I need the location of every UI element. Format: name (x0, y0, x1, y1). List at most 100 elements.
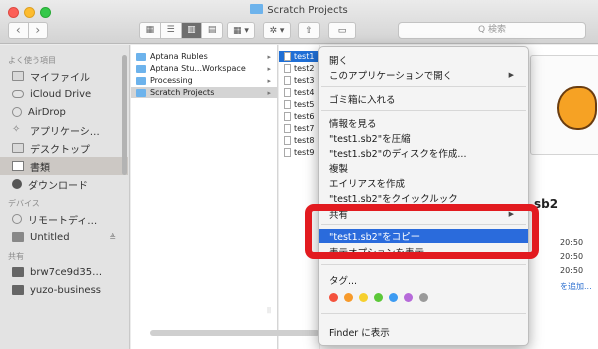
sb2-file-icon (284, 100, 291, 109)
favorites-header: よく使う項目 (8, 56, 56, 65)
menu-item-move-to-trash[interactable]: ゴミ箱に入れる (319, 92, 528, 106)
desktop-icon (12, 143, 24, 153)
sidebar-scrollbar[interactable] (122, 55, 127, 175)
folder-row-selected[interactable]: Scratch Projects ▸ (131, 87, 277, 98)
sidebar-item-label: yuzo-business (30, 284, 102, 296)
downloads-icon (12, 179, 22, 189)
sidebar-item-desktop[interactable]: デスクトップ (0, 139, 128, 157)
folder-row[interactable]: Processing ▸ (131, 75, 277, 86)
coverflow-view-button[interactable]: ▤ (201, 23, 222, 38)
sidebar-item-shared-brw[interactable]: brw7ce9d35… (0, 263, 128, 281)
tag-gray-dot[interactable] (419, 293, 428, 302)
network-computer-icon (12, 285, 24, 295)
sb2-file-icon (284, 136, 291, 145)
view-mode-buttons: ▦ ☰ ▥ ▤ (139, 22, 223, 39)
sidebar-item-all-my-files[interactable]: マイファイル (0, 67, 128, 85)
column-resize-handle[interactable]: || (267, 307, 271, 314)
menu-item-quick-look[interactable]: "test1.sb2"をクイックルック (319, 191, 528, 205)
preview-modified-time: 20:50 (560, 252, 584, 261)
sidebar-item-label: Untitled (30, 231, 70, 243)
arrange-button[interactable]: ▦ ▾ (227, 22, 255, 39)
menu-separator (321, 110, 526, 111)
sidebar-item-downloads[interactable]: ダウンロード (0, 175, 128, 193)
disclosure-arrow-icon: ▸ (267, 88, 271, 97)
shared-header: 共有 (8, 252, 24, 261)
folder-icon (136, 52, 146, 61)
tag-blue-dot[interactable] (389, 293, 398, 302)
file-label: test3 (294, 76, 315, 85)
back-button[interactable]: ‹ (9, 23, 28, 38)
action-button[interactable]: ✲ ▾ (263, 22, 291, 39)
sidebar-item-documents[interactable]: 書類 (0, 157, 128, 175)
menu-item-open[interactable]: 開く (319, 53, 528, 67)
sb2-file-icon (284, 52, 291, 61)
tag-color-row (329, 293, 428, 302)
edit-tags-button[interactable]: ▭ (328, 22, 356, 39)
sidebar-item-label: アプリケーシ… (30, 126, 100, 138)
menu-item-tags[interactable]: タグ... (319, 273, 528, 287)
airdrop-icon (12, 107, 22, 117)
sidebar-item-untitled[interactable]: Untitled ≜ (0, 228, 128, 246)
menu-item-burn-disc[interactable]: "test1.sb2"のディスクを作成... (319, 146, 528, 160)
sidebar-item-shared-yuzo[interactable]: yuzo-business (0, 281, 128, 299)
file-row[interactable]: test4 (279, 87, 319, 98)
window-title-text: Scratch Projects (267, 5, 348, 16)
sidebar-item-icloud-drive[interactable]: iCloud Drive (0, 85, 128, 103)
remote-disc-icon (12, 214, 22, 224)
search-field[interactable]: Q 検索 (398, 22, 586, 39)
sb2-file-icon (284, 64, 291, 73)
devices-header: デバイス (8, 199, 40, 208)
menu-item-open-with[interactable]: このアプリケーションで開く ▶ (319, 68, 528, 82)
menu-item-show-in-finder[interactable]: Finder に表示 (319, 325, 528, 339)
scratch-cat-icon (557, 86, 597, 130)
list-view-button[interactable]: ☰ (159, 23, 181, 38)
folder-label: Processing (150, 76, 193, 85)
context-menu: 開く このアプリケーションで開く ▶ ゴミ箱に入れる 情報を見る "test1.… (318, 46, 529, 346)
menu-item-duplicate[interactable]: 複製 (319, 161, 528, 175)
eject-icon[interactable]: ≜ (109, 233, 116, 242)
file-label: test6 (294, 112, 315, 121)
file-row[interactable]: test9 (279, 147, 319, 158)
finder-window: Scratch Projects ‹ › ▦ ☰ ▥ ▤ ▦ ▾ ✲ ▾ ⇧ ▭… (0, 0, 598, 349)
tag-purple-dot[interactable] (404, 293, 413, 302)
file-row[interactable]: test5 (279, 99, 319, 110)
menu-item-get-info[interactable]: 情報を見る (319, 116, 528, 130)
sidebar-item-label: brw7ce9d35… (30, 266, 103, 278)
file-row[interactable]: test6 (279, 111, 319, 122)
folder-row[interactable]: Aptana Rubles ▸ (131, 51, 277, 62)
tag-orange-dot[interactable] (344, 293, 353, 302)
file-row[interactable]: test3 (279, 75, 319, 86)
column-1: Aptana Rubles ▸ Aptana Stu...Workspace ▸… (131, 45, 278, 349)
sidebar-item-remote-disc[interactable]: リモートディ… (0, 210, 128, 228)
share-button[interactable]: ⇧ (298, 22, 320, 39)
file-row[interactable]: test8 (279, 135, 319, 146)
tag-yellow-dot[interactable] (359, 293, 368, 302)
tag-green-dot[interactable] (374, 293, 383, 302)
file-label: test2 (294, 64, 315, 73)
sidebar-item-label: 書類 (30, 162, 50, 174)
disclosure-arrow-icon: ▸ (267, 64, 271, 73)
sidebar-item-applications[interactable]: ✧ アプリケーシ… (0, 121, 128, 139)
menu-separator (321, 313, 526, 314)
horizontal-scrollbar[interactable] (150, 330, 320, 336)
menu-item-make-alias[interactable]: エイリアスを作成 (319, 176, 528, 190)
disclosure-arrow-icon: ▸ (267, 76, 271, 85)
sidebar-item-label: iCloud Drive (30, 88, 92, 100)
file-label: test4 (294, 88, 315, 97)
column-view-button[interactable]: ▥ (180, 23, 202, 38)
add-tags-link[interactable]: を追加... (560, 281, 592, 292)
sidebar-item-label: リモートディ… (28, 215, 98, 227)
tag-red-dot[interactable] (329, 293, 338, 302)
sidebar-item-airdrop[interactable]: AirDrop (0, 103, 128, 121)
file-row[interactable]: test7 (279, 123, 319, 134)
column-2: test1 test2 test3 test4 test5 test6 test… (279, 45, 319, 349)
icon-view-button[interactable]: ▦ (140, 23, 160, 38)
sidebar-item-label: ダウンロード (28, 180, 88, 192)
folder-row[interactable]: Aptana Stu...Workspace ▸ (131, 63, 277, 74)
forward-button[interactable]: › (27, 23, 48, 38)
file-row-selected[interactable]: test1 (279, 51, 319, 62)
folder-icon (136, 88, 146, 97)
submenu-arrow-icon: ▶ (508, 71, 514, 79)
menu-item-compress[interactable]: "test1.sb2"を圧縮 (319, 131, 528, 145)
file-row[interactable]: test2 (279, 63, 319, 74)
